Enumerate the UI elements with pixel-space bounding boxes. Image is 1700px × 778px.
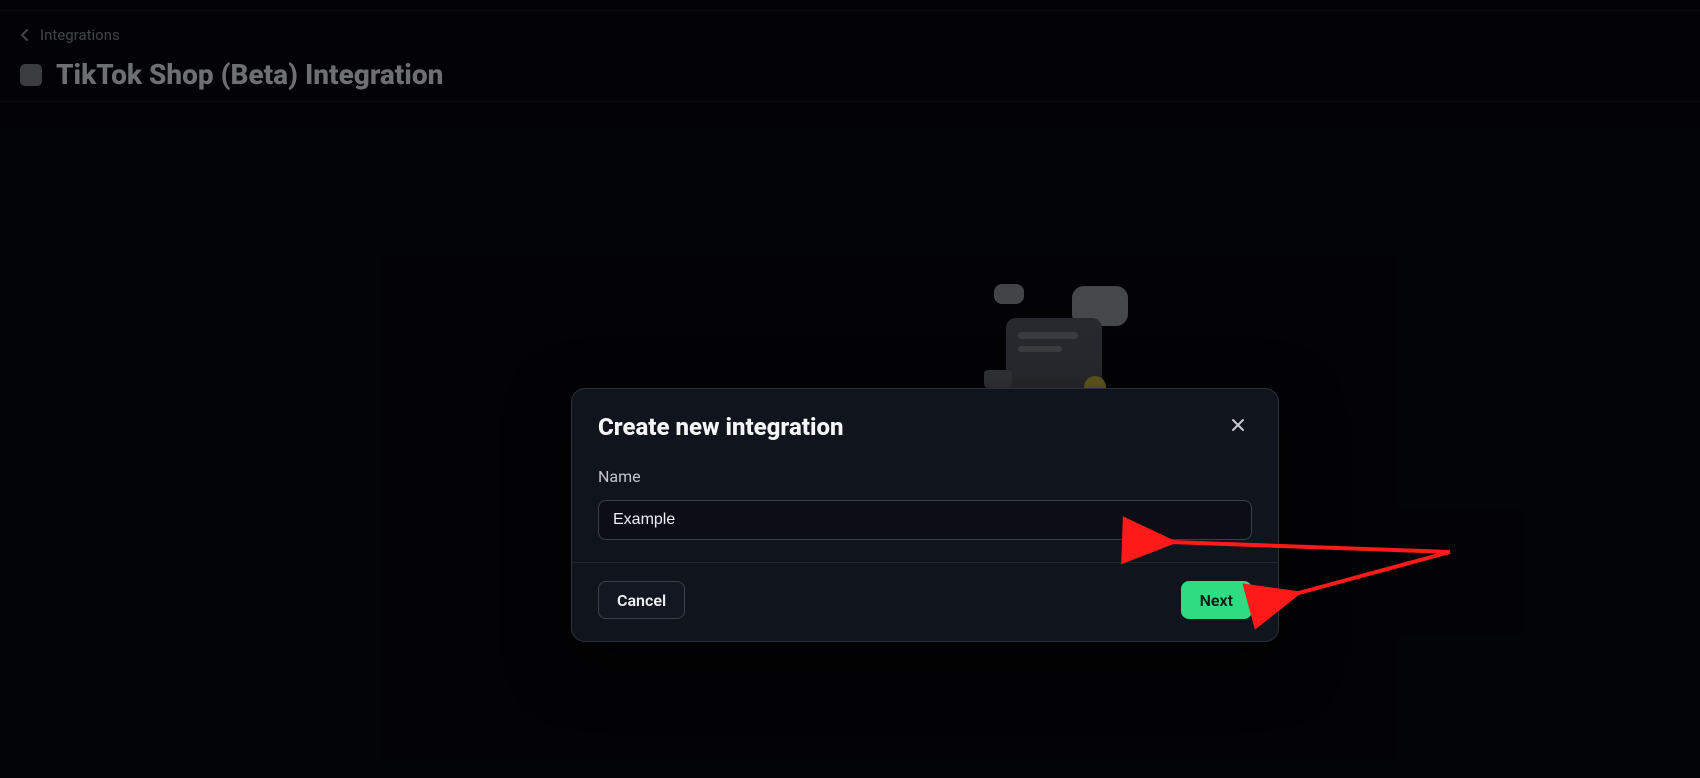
name-input[interactable] <box>598 500 1252 540</box>
name-field-label: Name <box>598 467 1252 486</box>
cancel-button-label: Cancel <box>617 591 666 610</box>
create-integration-modal: Create new integration Name Cancel Next <box>571 388 1279 642</box>
close-button[interactable] <box>1224 413 1252 441</box>
next-button-label: Next <box>1200 591 1233 610</box>
page-root: Integrations TikTok Shop (Beta) Integrat… <box>0 0 1700 778</box>
cancel-button[interactable]: Cancel <box>598 581 685 619</box>
modal-header: Create new integration <box>572 389 1278 449</box>
modal-body: Name <box>572 449 1278 562</box>
modal-footer: Cancel Next <box>572 563 1278 641</box>
modal-title: Create new integration <box>598 413 843 441</box>
next-button[interactable]: Next <box>1181 581 1252 619</box>
close-icon <box>1230 417 1246 437</box>
